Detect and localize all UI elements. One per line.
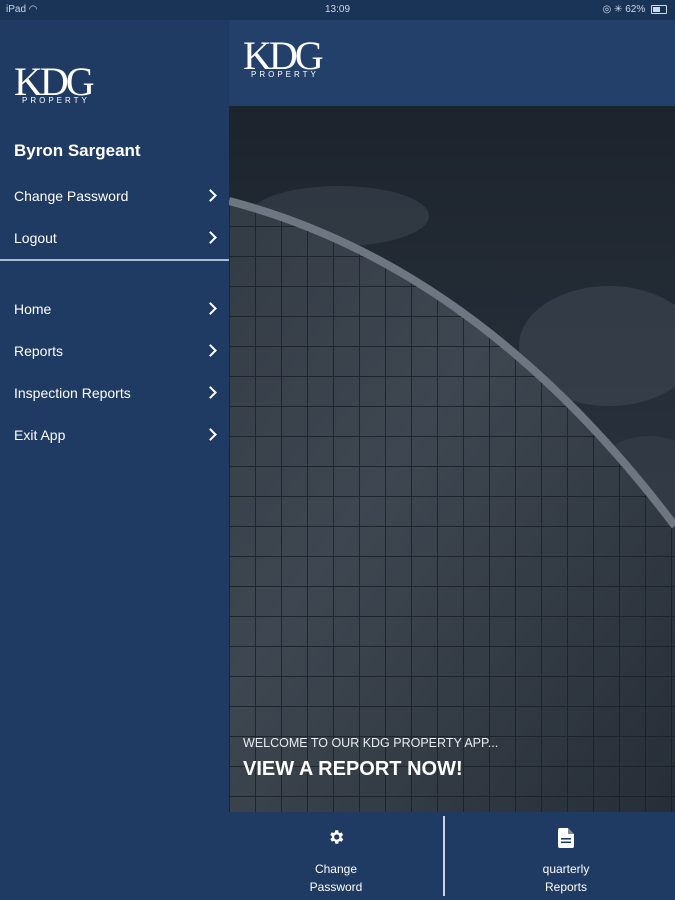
gear-icon <box>327 828 345 851</box>
chevron-right-icon <box>204 386 217 399</box>
button-label: quarterly Reports <box>459 860 673 896</box>
label-line: Reports <box>544 880 588 894</box>
bottom-action-bar: Change Password quarterly Reports <box>229 812 675 900</box>
label-line: Change <box>314 862 358 876</box>
bluetooth-icon: ✳ <box>614 4 623 15</box>
menu-item-home[interactable]: Home <box>0 289 229 331</box>
building-image <box>229 106 675 812</box>
header-logo[interactable]: KDG PROPERTY <box>243 36 324 80</box>
battery-icon <box>651 4 667 14</box>
menu-item-inspection-reports[interactable]: Inspection Reports <box>0 373 229 415</box>
menu-item-label: Inspection Reports <box>14 385 131 401</box>
change-password-button[interactable]: Change Password <box>229 812 443 900</box>
navigation-drawer: KDG PROPERTY Byron Sargeant Change Passw… <box>0 20 229 900</box>
status-bar: iPad ◠ 13:09 ◎ ✳ 62% <box>0 0 675 20</box>
status-right: ◎ ✳ 62% <box>603 4 667 15</box>
menu-item-label: Reports <box>14 343 64 359</box>
chevron-right-icon <box>204 231 217 244</box>
alarm-icon: ◎ <box>602 4 612 15</box>
quarterly-reports-button[interactable]: quarterly Reports <box>459 812 673 900</box>
main-content: KDG PROPERTY WELCOME TO OUR KDG PROPERTY… <box>229 20 675 900</box>
menu-item-label: Logout <box>14 230 57 246</box>
bottom-bar-divider <box>443 816 445 896</box>
drawer-logo: KDG PROPERTY <box>14 62 95 106</box>
document-icon <box>558 828 574 853</box>
app-header: KDG PROPERTY <box>229 20 675 106</box>
battery-percent: 62% <box>625 4 646 15</box>
hero-banner[interactable]: WELCOME TO OUR KDG PROPERTY APP... VIEW … <box>229 106 675 812</box>
hero-welcome-text: WELCOME TO OUR KDG PROPERTY APP... <box>243 736 499 750</box>
chevron-right-icon <box>204 428 217 441</box>
button-label: Change Password <box>229 860 443 896</box>
menu-item-label: Home <box>14 301 52 317</box>
status-time: 13:09 <box>324 4 351 15</box>
menu-item-change-password[interactable]: Change Password <box>0 176 229 218</box>
label-line: quarterly <box>542 862 590 876</box>
user-name: Byron Sargeant <box>14 141 141 160</box>
logo-subtext: PROPERTY <box>22 96 90 105</box>
chevron-right-icon <box>204 344 217 357</box>
logo-subtext: PROPERTY <box>251 70 319 79</box>
chevron-right-icon <box>204 302 217 315</box>
menu-item-reports[interactable]: Reports <box>0 331 229 373</box>
menu-item-label: Change Password <box>14 188 129 204</box>
hero-cta-text[interactable]: VIEW A REPORT NOW! <box>243 758 463 781</box>
label-line: Password <box>309 880 363 894</box>
menu-item-exit-app[interactable]: Exit App <box>0 415 229 457</box>
menu-item-logout[interactable]: Logout <box>0 218 229 260</box>
drawer-divider <box>0 259 229 261</box>
chevron-right-icon <box>204 189 217 202</box>
menu-item-label: Exit App <box>14 427 66 443</box>
